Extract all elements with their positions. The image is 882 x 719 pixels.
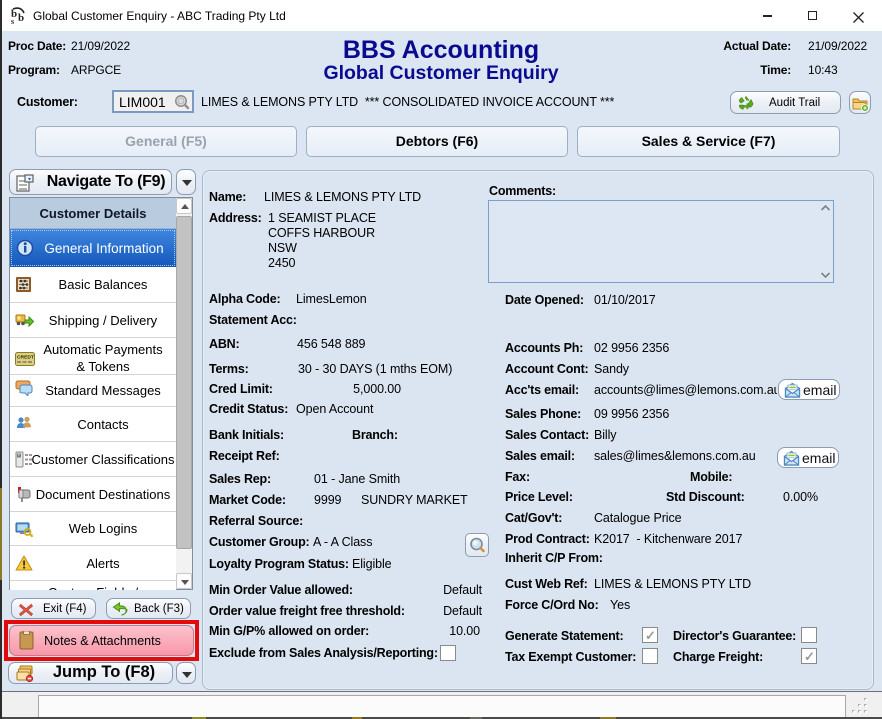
svg-text:s: s — [11, 17, 14, 26]
svg-text:b: b — [18, 12, 24, 24]
